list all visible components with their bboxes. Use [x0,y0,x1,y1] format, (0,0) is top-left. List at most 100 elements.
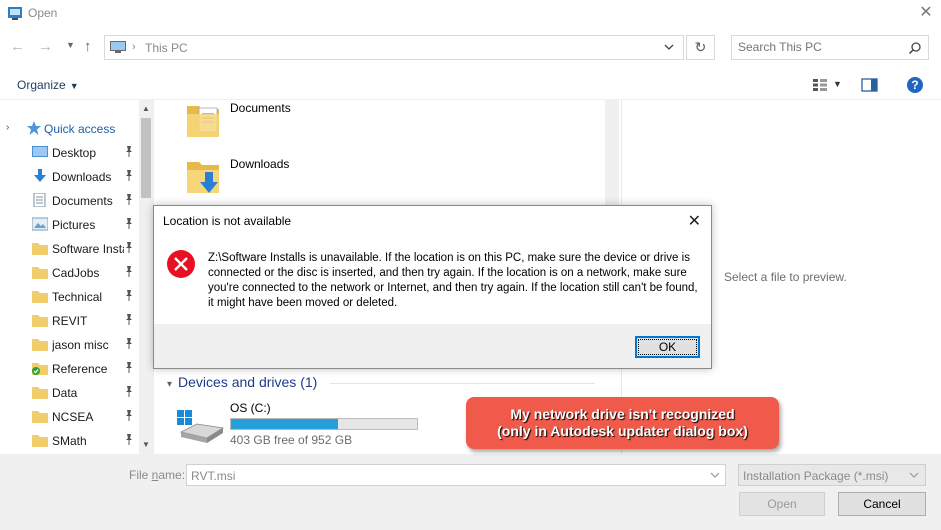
up-arrow-icon[interactable]: ↑ [84,38,92,55]
preview-pane-icon[interactable] [861,78,878,92]
file-type-dropdown-icon[interactable] [908,469,920,481]
search-input[interactable] [738,40,903,54]
pin-icon[interactable] [124,242,134,254]
title-bar: Open ✕ [0,0,941,28]
folder-icon [32,243,48,255]
dialog-button-area: OK [154,324,711,368]
folder-synced-icon [32,363,48,375]
sidebar-item-smath[interactable]: SMath [0,430,140,452]
ok-label: OK [638,339,697,355]
address-dropdown-icon[interactable] [663,40,675,54]
app-icon [8,7,22,20]
pin-icon[interactable] [124,218,134,230]
sidebar-item-ncsea[interactable]: NCSEA [0,406,140,428]
pin-icon[interactable] [124,146,134,158]
devices-group-label: Devices and drives (1) [178,374,318,390]
sidebar-item-label: REVIT [52,314,88,328]
search-box[interactable] [731,35,929,60]
organize-caret-icon: ▼ [69,81,79,91]
organize-menu[interactable]: Organize ▼ [17,78,79,92]
window-title: Open [28,6,58,20]
back-arrow-icon[interactable]: ← [10,38,25,55]
pin-icon[interactable] [124,170,134,182]
open-button[interactable]: Open [739,492,825,516]
change-view-icon[interactable] [812,78,828,92]
dialog-message: Z:\Software Installs is unavailable. If … [208,252,698,309]
dialog-title: Location is not available [163,214,292,228]
folder-downloads[interactable]: Downloads [185,156,385,202]
scroll-down-icon[interactable]: ▼ [139,438,153,452]
group-collapse-icon[interactable]: ▾ [167,379,172,390]
dialog-close-icon[interactable]: ✕ [688,211,701,231]
file-name-value: RVT.msi [191,469,236,483]
sidebar-item-label: Reference [52,362,108,376]
ok-button[interactable]: OK [635,336,700,358]
content-scrollbar[interactable] [605,100,619,220]
refresh-button[interactable]: ↻ [686,35,715,60]
pin-icon[interactable] [124,314,134,326]
cancel-button[interactable]: Cancel [838,492,926,516]
sidebar-item-label: Downloads [52,170,112,184]
pin-icon[interactable] [124,410,134,422]
sidebar-item-label: Data [52,386,78,400]
sidebar-item-downloads[interactable]: Downloads [0,166,140,188]
file-name-field[interactable]: RVT.msi [186,464,726,486]
sidebar-item-jason-misc[interactable]: jason misc [0,334,140,356]
file-type-select[interactable]: Installation Package (*.msi) [738,464,926,486]
pin-icon[interactable] [124,266,134,278]
view-options-chevron-icon[interactable]: ▼ [833,79,842,89]
sidebar-item-label: Software Installs [52,242,124,256]
address-bar[interactable]: › This PC [104,35,684,60]
drive-free-space: 403 GB free of 952 GB [230,433,353,447]
folder-name: Documents [230,101,291,115]
file-type-value: Installation Package (*.msi) [743,469,889,483]
folder-name: Downloads [230,157,290,171]
window-close-icon[interactable]: ✕ [911,0,941,28]
folder-icon [32,291,48,303]
pin-icon[interactable] [124,194,134,206]
forward-arrow-icon[interactable]: → [38,38,53,55]
quick-access-expand-icon[interactable]: › [6,122,9,133]
annotation-line-2: (only in Autodesk updater dialog box) [497,423,748,439]
sidebar-item-reference[interactable]: Reference [0,358,140,380]
documents-icon [33,193,46,207]
downloads-folder-icon [187,162,219,193]
sidebar-item-label: NCSEA [52,410,94,424]
folder-icon [32,315,48,327]
folder-documents[interactable]: Documents [185,100,385,146]
desktop-icon [32,146,48,157]
sidebar-item-cadjobs[interactable]: CadJobs [0,262,140,284]
recent-locations-chevron-icon[interactable]: ▼ [66,40,75,50]
sidebar-item-documents[interactable]: Documents [0,190,140,212]
sidebar-item-technical[interactable]: Technical [0,286,140,308]
pin-icon[interactable] [124,338,134,350]
sidebar-item-pictures[interactable]: Pictures [0,214,140,236]
this-pc-icon [110,41,126,53]
location-error-dialog: Location is not available ✕ Z:\Software … [153,205,712,369]
pin-icon[interactable] [124,362,134,374]
address-path[interactable]: This PC [145,41,188,55]
drive-usage-fill [231,419,338,429]
scrollbar-thumb[interactable] [141,118,151,198]
sidebar-item-desktop[interactable]: Desktop [0,142,140,164]
help-icon[interactable]: ? [906,76,924,94]
sidebar-item-data[interactable]: Data [0,382,140,404]
pin-icon[interactable] [124,386,134,398]
pin-icon[interactable] [124,290,134,302]
file-name-dropdown-icon[interactable] [709,469,721,481]
navigation-scrollbar[interactable]: ▲ ▼ [139,100,153,454]
pin-icon[interactable] [124,434,134,446]
drive-os-c[interactable]: OS (C:) 403 GB free of 952 GB [177,400,457,448]
sidebar-item-software-installs[interactable]: Software Installs [0,238,140,260]
devices-group-header[interactable]: ▾ Devices and drives (1) [167,374,317,390]
folder-icon [32,387,48,399]
drive-usage-bar [230,418,418,430]
organize-label: Organize [17,78,66,92]
scroll-up-icon[interactable]: ▲ [139,102,153,116]
drive-name: OS (C:) [230,401,271,415]
folder-icon [32,411,48,423]
error-icon [167,250,195,278]
sidebar-item-revit[interactable]: REVIT [0,310,140,332]
group-divider [330,383,595,384]
documents-folder-icon [187,106,219,137]
